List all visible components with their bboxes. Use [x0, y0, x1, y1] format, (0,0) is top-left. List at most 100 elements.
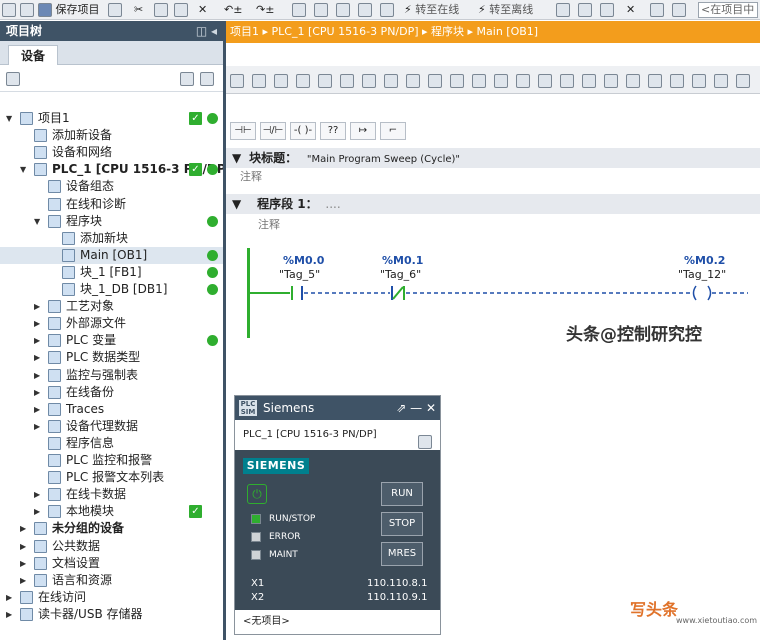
editor-tool-icon[interactable]	[318, 73, 332, 88]
empty-box-button[interactable]: ??	[320, 122, 346, 140]
tree-item[interactable]: ▶ 读卡器/USB 存储器	[0, 606, 223, 623]
tree-item[interactable]: ▶ 在线访问	[0, 589, 223, 606]
tree-item[interactable]: ▶ 文档设置	[0, 555, 223, 572]
collapsed-arrow-icon[interactable]: ▶	[34, 418, 40, 435]
expanded-arrow-icon[interactable]: ▼	[20, 161, 26, 178]
split-view-icon[interactable]	[600, 2, 614, 18]
editor-tool-icon[interactable]	[384, 73, 398, 88]
project-search-input[interactable]: <在项目中	[698, 2, 758, 18]
collapse-network-icon[interactable]: ▼	[232, 197, 241, 211]
collapsed-arrow-icon[interactable]: ▶	[34, 298, 40, 315]
editor-tool-icon[interactable]	[560, 73, 574, 88]
editor-tool-icon[interactable]	[604, 73, 618, 88]
editor-tool-icon[interactable]	[736, 73, 750, 88]
delete-icon[interactable]: ✕	[198, 2, 207, 18]
expanded-arrow-icon[interactable]: ▼	[6, 110, 12, 127]
collapsed-arrow-icon[interactable]: ▶	[34, 384, 40, 401]
editor-tool-icon[interactable]	[538, 73, 552, 88]
collapsed-arrow-icon[interactable]: ▶	[34, 315, 40, 332]
editor-tool-icon[interactable]	[362, 73, 376, 88]
plcsim-window[interactable]: PLC SIM Siemens ⇗ — ✕ PLC_1 [CPU 1516-3 P…	[234, 395, 441, 635]
contact-2-address[interactable]: %M0.1	[382, 254, 423, 267]
tree-item[interactable]: 块_1 [FB1]	[0, 264, 223, 281]
tree-item[interactable]: 添加新块	[0, 230, 223, 247]
go-offline-button[interactable]: ⚡ 转至离线	[478, 2, 533, 18]
editor-tool-icon[interactable]	[230, 73, 244, 88]
undo-icon[interactable]: ↶±	[224, 2, 242, 18]
editor-tool-icon[interactable]	[516, 73, 530, 88]
download-icon[interactable]	[314, 2, 328, 18]
editor-tool-icon[interactable]	[714, 73, 728, 88]
editor-tool-icon[interactable]	[428, 73, 442, 88]
tree-item[interactable]: Main [OB1]	[0, 246, 223, 264]
open-branch-button[interactable]: ↦	[350, 122, 376, 140]
tree-item[interactable]: ▶ 外部源文件	[0, 315, 223, 332]
tree-item[interactable]: PLC 报警文本列表	[0, 469, 223, 486]
print-icon[interactable]	[108, 2, 122, 18]
split-vertical-icon[interactable]	[672, 2, 686, 18]
sync-icon[interactable]	[200, 71, 214, 86]
minimize-icon[interactable]: —	[410, 401, 422, 415]
tree-item[interactable]: ▶ 未分组的设备	[0, 520, 223, 537]
collapsed-arrow-icon[interactable]: ▶	[20, 555, 26, 572]
simulation-icon[interactable]	[358, 2, 372, 18]
collapsed-arrow-icon[interactable]: ▶	[34, 332, 40, 349]
editor-tool-icon[interactable]	[406, 73, 420, 88]
editor-tool-icon[interactable]	[648, 73, 662, 88]
nc-contact-button[interactable]: ⊣/⊢	[260, 122, 286, 140]
no-contact-symbol[interactable]	[291, 286, 303, 300]
editor-tool-icon[interactable]	[296, 73, 310, 88]
new-project-icon[interactable]	[2, 2, 16, 18]
close-icon[interactable]: ✕	[426, 401, 436, 415]
copy-icon[interactable]	[154, 2, 168, 18]
tree-item[interactable]: 设备和网络	[0, 144, 223, 161]
cross-reference-icon[interactable]	[578, 2, 592, 18]
tree-item[interactable]: ▶ 设备代理数据	[0, 418, 223, 435]
tree-item[interactable]: ▶ 公共数据	[0, 538, 223, 555]
tree-item[interactable]: ▼ 项目1 ✓	[0, 110, 223, 127]
cut-icon[interactable]: ✂	[134, 2, 143, 18]
tree-item[interactable]: ▶ 语言和资源	[0, 572, 223, 589]
collapse-panel-icon[interactable]: ◫ ◂	[196, 21, 217, 41]
run-button[interactable]: RUN	[381, 482, 423, 506]
editor-tool-icon[interactable]	[252, 73, 266, 88]
save-project-button[interactable]: 保存项目	[38, 2, 100, 18]
tree-item[interactable]: ▶ 在线卡数据	[0, 486, 223, 503]
tree-item[interactable]: 在线和诊断	[0, 196, 223, 213]
contact-1-address[interactable]: %M0.0	[283, 254, 324, 267]
open-project-icon[interactable]	[20, 2, 34, 18]
editor-tool-icon[interactable]	[626, 73, 640, 88]
expand-icon[interactable]: ⇗	[396, 401, 406, 415]
tab-devices[interactable]: 设备	[8, 45, 58, 65]
tree-item[interactable]: 设备组态	[0, 178, 223, 195]
mres-button[interactable]: MRES	[381, 542, 423, 566]
no-contact-button[interactable]: ⊣⊢	[230, 122, 256, 140]
block-title-value[interactable]: "Main Program Sweep (Cycle)"	[307, 154, 460, 165]
collapsed-arrow-icon[interactable]: ▶	[20, 538, 26, 555]
block-comment[interactable]: 注释	[226, 168, 760, 186]
collapsed-arrow-icon[interactable]: ▶	[34, 349, 40, 366]
collapse-block-icon[interactable]: ▼	[232, 151, 241, 165]
close-view-icon[interactable]: ✕	[626, 2, 635, 18]
tree-item[interactable]: ▼ 程序块	[0, 213, 223, 230]
collapsed-arrow-icon[interactable]: ▶	[20, 520, 26, 537]
tree-item[interactable]: ▶ Traces	[0, 401, 223, 418]
coil-symbol[interactable]	[692, 285, 712, 301]
tree-item[interactable]: 块_1_DB [DB1]	[0, 281, 223, 298]
tree-item[interactable]: ▼ PLC_1 [CPU 1516-3 PN/DP] ✓	[0, 161, 231, 178]
power-button-icon[interactable]: ⏻	[247, 484, 267, 504]
tree-item[interactable]: ▶ 工艺对象	[0, 298, 223, 315]
editor-tool-icon[interactable]	[494, 73, 508, 88]
split-horizontal-icon[interactable]	[650, 2, 664, 18]
network-title-placeholder[interactable]: ....	[325, 197, 340, 211]
start-sim-icon[interactable]	[380, 2, 394, 18]
editor-tool-icon[interactable]	[692, 73, 706, 88]
collapsed-arrow-icon[interactable]: ▶	[34, 401, 40, 418]
network-comment[interactable]: 注释	[226, 216, 760, 234]
compile-icon[interactable]	[292, 2, 306, 18]
paste-icon[interactable]	[174, 2, 188, 18]
plcsim-titlebar[interactable]: PLC SIM Siemens ⇗ — ✕	[235, 396, 440, 420]
upload-icon[interactable]	[336, 2, 350, 18]
tree-item[interactable]: 程序信息	[0, 435, 223, 452]
coil-button[interactable]: -( )-	[290, 122, 316, 140]
